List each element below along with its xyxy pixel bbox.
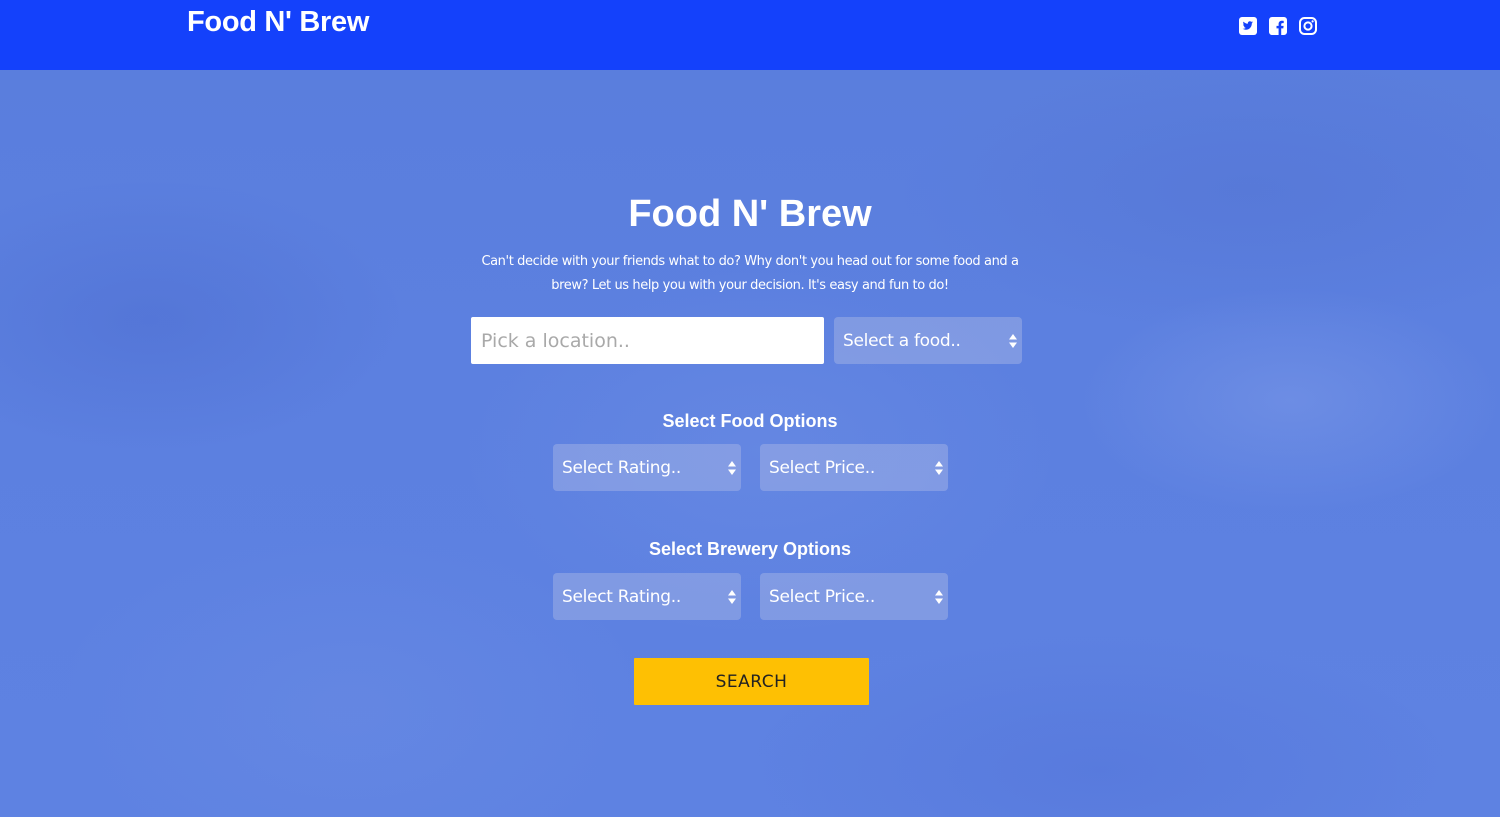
select-arrows-icon <box>728 461 736 475</box>
hero-description: Can't decide with your friends what to d… <box>481 254 1019 293</box>
location-input[interactable] <box>471 317 824 364</box>
social-links <box>1239 17 1317 35</box>
search-button[interactable]: SEARCH <box>634 658 869 705</box>
brewery-price-select-label: Select Price.. <box>769 586 875 607</box>
brand-logo[interactable]: Food N' Brew <box>187 6 369 39</box>
select-arrows-icon <box>1009 334 1017 348</box>
select-arrows-icon <box>935 461 943 475</box>
food-price-select-label: Select Price.. <box>769 457 875 478</box>
page-title: Food N' Brew <box>628 193 872 235</box>
facebook-icon[interactable] <box>1269 17 1287 35</box>
brewery-rating-select-label: Select Rating.. <box>562 586 681 607</box>
food-select-label: Select a food.. <box>843 330 961 351</box>
select-arrows-icon <box>728 590 736 604</box>
food-options-title: Select Food Options <box>662 411 838 431</box>
brewery-rating-select[interactable]: Select Rating.. <box>553 573 741 620</box>
navbar: Food N' Brew <box>0 0 1500 70</box>
select-arrows-icon <box>935 590 943 604</box>
food-rating-select[interactable]: Select Rating.. <box>553 444 741 491</box>
instagram-icon[interactable] <box>1299 17 1317 35</box>
brewery-options-title: Select Brewery Options <box>648 539 852 559</box>
food-select[interactable]: Select a food.. <box>834 317 1022 364</box>
twitter-icon[interactable] <box>1239 17 1257 35</box>
food-price-select[interactable]: Select Price.. <box>760 444 948 491</box>
brewery-price-select[interactable]: Select Price.. <box>760 573 948 620</box>
food-rating-select-label: Select Rating.. <box>562 457 681 478</box>
